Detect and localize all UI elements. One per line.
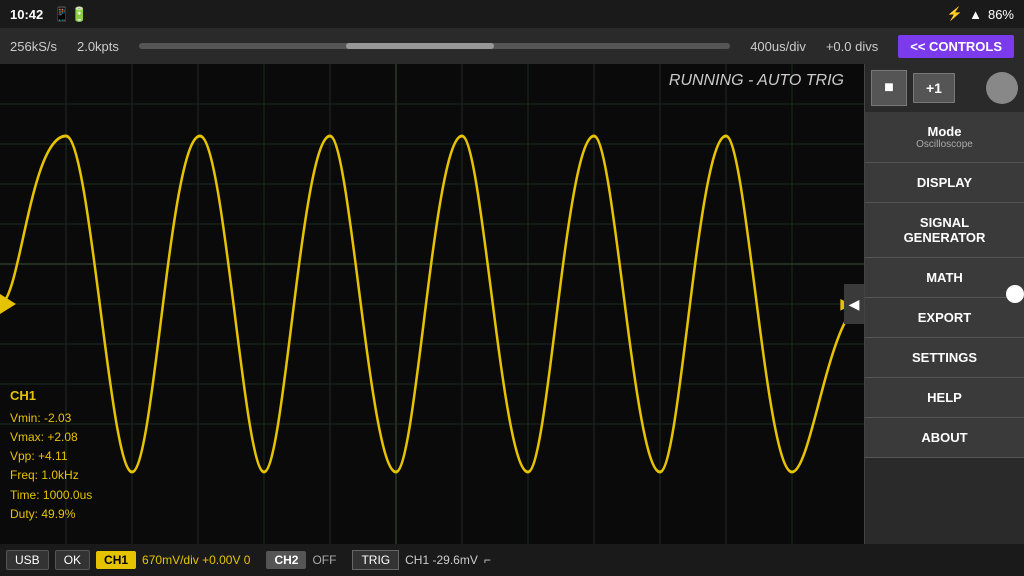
offset: +0.0 divs [826,39,878,54]
signal-gen-label: SIGNALGENERATOR [904,215,986,245]
settings-label: SETTINGS [912,350,977,365]
help-label: HELP [927,390,962,405]
phone-icon: 📱 [53,6,70,23]
time-div: 400us/div [750,39,806,54]
wifi-icon: ▲ [969,7,982,22]
slider-thumb[interactable] [346,43,494,49]
clock: 10:42 [10,7,43,22]
math-label: MATH [926,270,963,285]
mode-button[interactable]: Mode Oscilloscope [865,112,1024,163]
running-status: RUNNING - AUTO TRIG [669,72,844,90]
sample-rate: 256kS/s [10,39,57,54]
bottom-bar: USB OK CH1 670mV/div +0.00V 0 CH2 OFF TR… [0,544,1024,576]
math-button[interactable]: MATH [865,258,1024,298]
vmax: Vmax: +2.08 [10,428,92,447]
slider-track[interactable] [139,43,730,49]
about-label: ABOUT [921,430,967,445]
position-slider-container[interactable] [139,43,730,49]
ch2-info: OFF [312,553,336,567]
duty: Duty: 49.9% [10,505,92,524]
waveform [0,64,864,544]
ch1-badge[interactable]: CH1 [96,551,136,569]
stop-button[interactable]: ■ [871,70,907,106]
usb-button[interactable]: USB [6,550,49,570]
vibrate-icon: ⚡ [947,6,963,22]
help-button[interactable]: HELP [865,378,1024,418]
export-label: EXPORT [918,310,971,325]
panel-collapse-arrow[interactable]: ◀ [844,284,864,324]
battery-icon: 🔋 [71,6,88,23]
top-controls: ■ +1 [865,64,1024,112]
toolbar: 256kS/s 2.0kpts 400us/div +0.0 divs << C… [0,28,1024,64]
measurements-panel: CH1 Vmin: -2.03 Vmax: +2.08 Vpp: +4.11 F… [10,386,92,524]
signal-generator-button[interactable]: SIGNALGENERATOR [865,203,1024,258]
battery-percent: 86% [988,7,1014,22]
about-button[interactable]: ABOUT [865,418,1024,458]
trig-info: CH1 -29.6mV [405,553,478,567]
trig-badge[interactable]: TRIG [352,550,399,570]
display-button[interactable]: DISPLAY [865,163,1024,203]
time-meas: Time: 1000.0us [10,486,92,505]
ok-button[interactable]: OK [55,550,90,570]
settings-button[interactable]: SETTINGS [865,338,1024,378]
right-panel: ■ +1 Mode Oscilloscope DISPLAY SIGNALGEN… [864,64,1024,544]
plus-one-button[interactable]: +1 [913,73,955,103]
trig-edge-icon: ⌐ [484,553,491,567]
vpp: Vpp: +4.11 [10,447,92,466]
trigger-arrow-left [0,294,16,314]
scroll-indicator[interactable] [1006,285,1024,303]
ch2-badge[interactable]: CH2 [266,551,306,569]
ch1-info: 670mV/div +0.00V 0 [142,553,250,567]
main-area: RUNNING - AUTO TRIG ▶T CH1 Vmin: -2.03 V… [0,64,1024,544]
controls-button[interactable]: << CONTROLS [898,35,1014,58]
mode-sub-label: Oscilloscope [916,139,973,150]
circle-button[interactable] [986,72,1018,104]
display-label: DISPLAY [917,175,972,190]
points: 2.0kpts [77,39,119,54]
export-button[interactable]: EXPORT [865,298,1024,338]
status-bar: 10:42 📱 🔋 ⚡ ▲ 86% [0,0,1024,28]
mode-label: Mode [928,124,962,139]
vmin: Vmin: -2.03 [10,409,92,428]
oscilloscope-display[interactable]: RUNNING - AUTO TRIG ▶T CH1 Vmin: -2.03 V… [0,64,864,544]
freq: Freq: 1.0kHz [10,466,92,485]
channel-label: CH1 [10,386,92,407]
